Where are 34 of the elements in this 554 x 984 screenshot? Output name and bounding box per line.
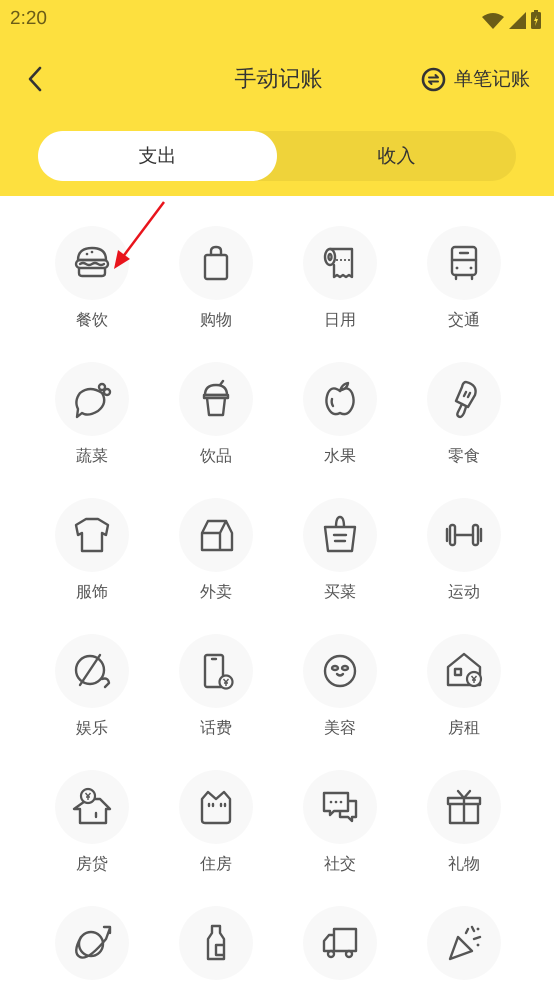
t-shirt-icon	[72, 515, 112, 555]
category-label: 美容	[324, 718, 356, 739]
category-label: 餐饮	[76, 310, 108, 331]
category-label: 运动	[448, 582, 480, 603]
category-label: 娱乐	[76, 718, 108, 739]
category-label: 蔬菜	[76, 446, 108, 467]
category-label: 外卖	[200, 582, 232, 603]
single-entry-button[interactable]: 单笔记账	[421, 66, 530, 92]
category-label: 零食	[448, 446, 480, 467]
category-label: 房贷	[76, 854, 108, 875]
category-label: 服饰	[76, 582, 108, 603]
signal-icon	[509, 12, 526, 28]
category-label: 饮品	[200, 446, 232, 467]
battery-icon	[531, 10, 541, 28]
category-label: 房租	[448, 718, 480, 739]
category-label: 日用	[324, 310, 356, 331]
category-label: 话费	[200, 718, 232, 739]
category-label: 交通	[448, 310, 480, 331]
ball-icon	[72, 651, 112, 691]
tab[interactable]: 支出	[38, 131, 277, 181]
category-label: 买菜	[324, 582, 356, 603]
category-label: 购物	[200, 310, 232, 331]
category-label: 水果	[324, 446, 356, 467]
category-label: 礼物	[448, 854, 480, 875]
category-label: 社交	[324, 854, 356, 875]
back-icon[interactable]	[27, 66, 43, 92]
gift-icon	[444, 787, 484, 827]
category-label: 住房	[200, 854, 232, 875]
tab[interactable]: 收入	[277, 131, 516, 181]
wifi-icon	[482, 12, 504, 28]
house-loan-icon	[72, 787, 112, 827]
swap-icon	[421, 66, 446, 92]
status-time: 2:20	[10, 8, 47, 30]
page-title: 手动记账	[234, 66, 322, 94]
